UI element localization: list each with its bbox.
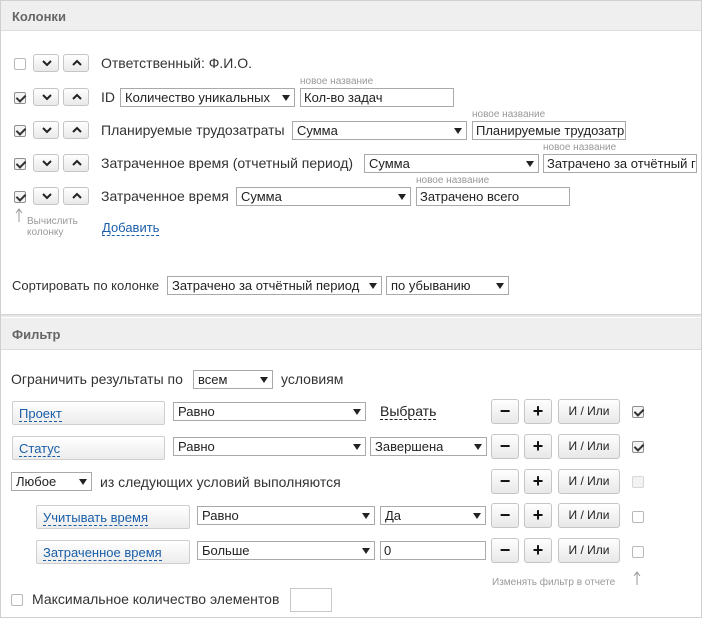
chevron-down-icon <box>42 160 52 167</box>
change-in-report-checkbox[interactable] <box>632 511 644 523</box>
group-label: из следующих условий выполняются <box>100 474 341 490</box>
filter-field-label: Статус <box>19 441 61 457</box>
filter-value-select[interactable]: Завершена <box>370 437 487 456</box>
new-name-hint: новое название <box>543 142 617 153</box>
add-condition-button[interactable]: + <box>524 503 552 528</box>
remove-condition-button[interactable]: − <box>491 399 519 424</box>
filter-section-title: Фильтр <box>1 318 701 350</box>
filter-field-button[interactable]: Учитывать время <box>36 505 190 529</box>
column-new-name-input[interactable]: Затрачено всего <box>416 187 570 206</box>
move-down-button[interactable] <box>33 154 59 172</box>
chevron-up-icon <box>72 59 82 66</box>
add-condition-button[interactable]: + <box>524 399 552 424</box>
remove-condition-button[interactable]: − <box>491 503 519 528</box>
filter-field-button[interactable]: Статус <box>12 436 165 460</box>
filter-field-button[interactable]: Проект <box>12 401 165 425</box>
column-name: Планируемые трудозатраты <box>101 122 285 138</box>
remove-condition-button[interactable]: − <box>491 469 519 494</box>
column-function-select[interactable]: Сумма <box>364 154 539 173</box>
and-or-button[interactable]: И / Или <box>558 538 620 563</box>
chevron-up-icon <box>72 159 82 166</box>
column-new-name-input[interactable]: Затрачено за отчётный г <box>543 154 697 173</box>
column-enable-checkbox[interactable] <box>14 158 26 170</box>
group-mode-select[interactable]: Любое <box>11 472 92 491</box>
filter-value-input[interactable]: 0 <box>380 541 486 560</box>
new-name-hint: новое название <box>300 76 374 87</box>
filter-operator-select[interactable]: Равно <box>197 506 375 525</box>
column-new-name-input[interactable]: Планируемые трудозатр <box>472 121 626 140</box>
new-name-hint: новое название <box>416 175 490 186</box>
column-enable-checkbox[interactable] <box>14 191 26 203</box>
move-down-button[interactable] <box>33 88 59 106</box>
sort-order-select[interactable]: по убыванию <box>386 276 509 295</box>
filter-field-label: Проект <box>19 406 62 422</box>
and-or-button[interactable]: И / Или <box>558 469 620 494</box>
sort-column-select[interactable]: Затрачено за отчётный период <box>167 276 382 295</box>
max-items-label: Максимальное количество элементов <box>32 591 280 607</box>
column-name: Затраченное время (отчетный период) <box>101 155 354 171</box>
filter-operator-select[interactable]: Равно <box>173 402 366 421</box>
chevron-down-icon <box>42 60 52 67</box>
move-up-button[interactable] <box>63 54 89 72</box>
move-up-button[interactable] <box>63 187 89 205</box>
limit-suffix: условиям <box>281 371 344 387</box>
column-enable-checkbox[interactable] <box>14 125 26 137</box>
section-divider <box>1 314 701 317</box>
column-name: Затраченное время <box>101 188 229 204</box>
change-in-report-checkbox[interactable] <box>632 476 644 488</box>
columns-section-title: Колонки <box>1 1 701 31</box>
chevron-up-icon <box>72 192 82 199</box>
arrow-up-icon <box>633 571 641 585</box>
column-function-select[interactable]: Количество уникальных <box>120 88 295 107</box>
and-or-button[interactable]: И / Или <box>558 399 620 424</box>
filter-operator-select[interactable]: Больше <box>197 541 375 560</box>
column-name: Ответственный: Ф.И.О. <box>101 55 253 71</box>
column-enable-checkbox[interactable] <box>14 58 26 70</box>
add-column-link[interactable]: Добавить <box>102 220 160 236</box>
new-name-hint: новое название <box>472 109 546 120</box>
sort-label: Сортировать по колонке <box>12 278 160 293</box>
move-down-button[interactable] <box>33 121 59 139</box>
filter-field-button[interactable]: Затраченное время <box>36 540 190 564</box>
and-or-button[interactable]: И / Или <box>558 434 620 459</box>
calc-column-hint: Вычислить <box>27 216 78 227</box>
move-up-button[interactable] <box>63 88 89 106</box>
column-name: ID <box>101 89 115 105</box>
max-items-checkbox[interactable] <box>11 594 23 606</box>
remove-condition-button[interactable]: − <box>491 434 519 459</box>
move-down-button[interactable] <box>33 54 59 72</box>
arrow-up-icon <box>15 208 23 222</box>
chevron-up-icon <box>72 126 82 133</box>
change-in-report-checkbox[interactable] <box>632 546 644 558</box>
change-in-report-checkbox[interactable] <box>632 441 644 453</box>
filter-field-label: Затраченное время <box>43 545 162 561</box>
column-enable-checkbox[interactable] <box>14 92 26 104</box>
and-or-button[interactable]: И / Или <box>558 503 620 528</box>
move-up-button[interactable] <box>63 121 89 139</box>
move-down-button[interactable] <box>33 187 59 205</box>
add-condition-button[interactable]: + <box>524 434 552 459</box>
remove-condition-button[interactable]: − <box>491 538 519 563</box>
calc-column-hint-line2: колонку <box>27 227 64 238</box>
move-up-button[interactable] <box>63 154 89 172</box>
column-new-name-input[interactable]: Кол-во задач <box>300 88 454 107</box>
filter-field-label: Учитывать время <box>43 510 148 526</box>
limit-mode-select[interactable]: всем <box>193 370 273 389</box>
change-in-report-checkbox[interactable] <box>632 406 644 418</box>
chevron-down-icon <box>42 127 52 134</box>
limit-label: Ограничить результаты по <box>11 371 183 387</box>
add-condition-button[interactable]: + <box>524 538 552 563</box>
add-condition-button[interactable]: + <box>524 469 552 494</box>
chevron-down-icon <box>42 94 52 101</box>
column-function-select[interactable]: Сумма <box>292 121 467 140</box>
column-function-select[interactable]: Сумма <box>236 187 411 206</box>
filter-operator-select[interactable]: Равно <box>173 437 366 456</box>
filter-value-select[interactable]: Да <box>380 506 486 525</box>
chevron-down-icon <box>42 193 52 200</box>
filter-value-select-link[interactable]: Выбрать <box>380 404 437 420</box>
report-filter-hint: Изменять фильтр в отчете <box>492 577 616 588</box>
chevron-up-icon <box>72 93 82 100</box>
max-items-input[interactable] <box>290 588 332 612</box>
